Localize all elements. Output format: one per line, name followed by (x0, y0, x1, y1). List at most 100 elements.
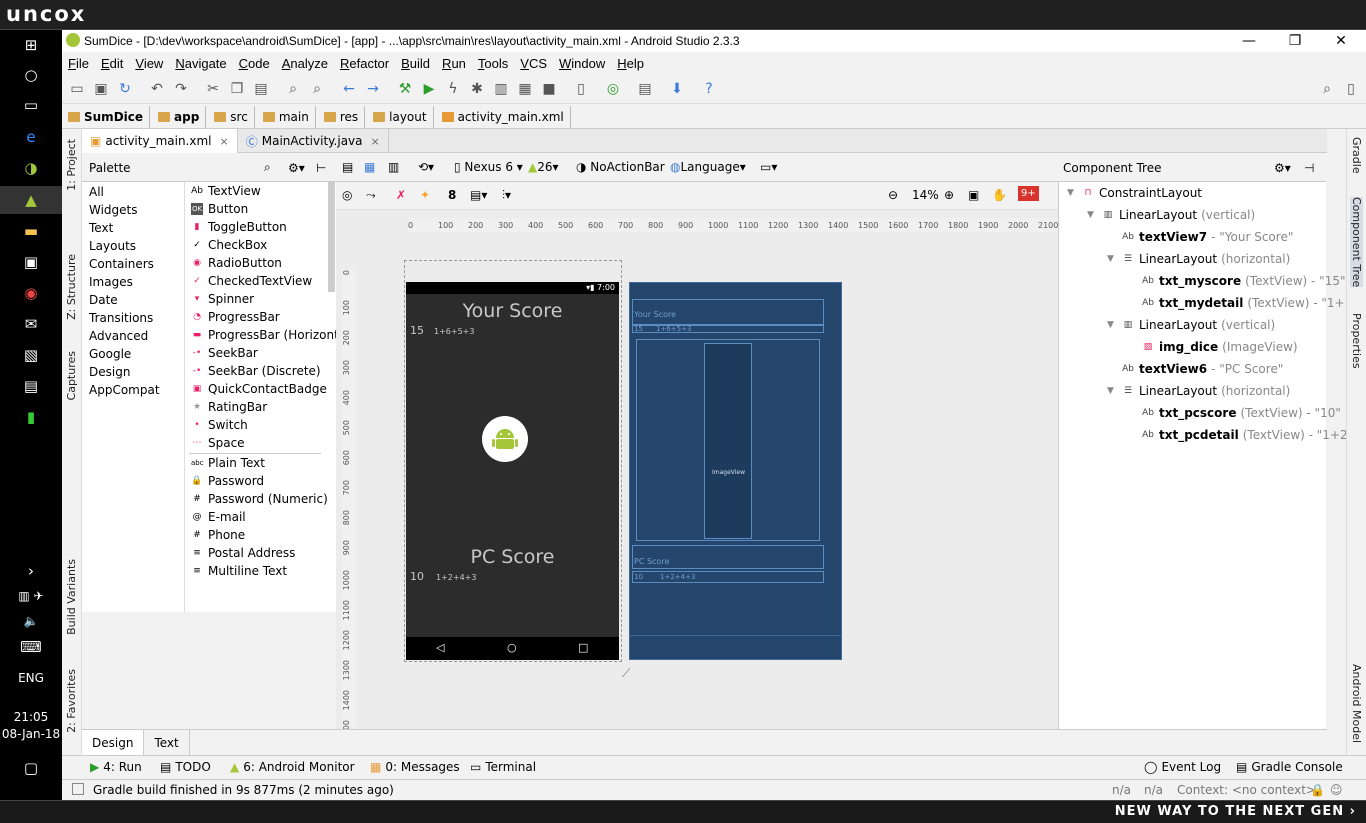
collapse-arrow-icon[interactable]: ▼ (1107, 254, 1121, 264)
category-layouts[interactable]: Layouts (89, 239, 136, 253)
close-tab-icon[interactable]: × (220, 135, 229, 148)
file-explorer-icon[interactable]: ▬ (0, 217, 62, 245)
make-project-icon[interactable]: ⚒ (396, 80, 414, 98)
build-variants-tool-tab[interactable]: Build Variants (65, 559, 78, 635)
windows-start-icon[interactable]: ⊞ (0, 31, 62, 59)
terminal-tool-button[interactable]: ▭ Terminal (470, 760, 536, 774)
hide-panel-icon[interactable]: ⊢ (316, 161, 326, 175)
messages-tool-button[interactable]: ▦ 0: Messages (370, 760, 460, 774)
find-icon[interactable]: ⌕ (284, 80, 302, 98)
run-icon[interactable]: ▶ (420, 80, 438, 98)
back-icon[interactable]: ← (340, 80, 358, 98)
design-tab[interactable]: Design (82, 730, 145, 755)
lock-icon[interactable]: 🔒 (1310, 783, 1325, 797)
category-design[interactable]: Design (89, 365, 130, 379)
android-monitor-tool-button[interactable]: ▲ 6: Android Monitor (230, 760, 355, 774)
tree-node[interactable]: ▼ ☰ LinearLayout (horizontal) (1107, 380, 1290, 402)
android-studio-active-icon[interactable]: ▲ (0, 186, 62, 214)
api-selector[interactable]: ▲26▾ (528, 160, 559, 174)
forward-icon[interactable]: → (364, 80, 382, 98)
undo-icon[interactable]: ↶ (148, 80, 166, 98)
gradle-tool-tab[interactable]: Gradle (1350, 137, 1363, 174)
tree-node[interactable]: ▼ ▥ LinearLayout (vertical) (1107, 314, 1275, 336)
palette-item-checkedtextview[interactable]: ✓ CheckedTextView (191, 272, 312, 290)
breadcrumb-sumdice[interactable]: SumDice (62, 105, 151, 128)
breadcrumb-src[interactable]: src (208, 105, 255, 128)
gradle-console-tool-button[interactable]: ▤ Gradle Console (1236, 760, 1343, 774)
palette-item-progressbar-horizontal[interactable]: ▬ ProgressBar (Horizont (191, 326, 339, 344)
language-indicator[interactable]: ENG (0, 671, 62, 685)
both-views-icon[interactable]: ▥ (388, 160, 399, 174)
tree-node[interactable]: ▨ img_dice (ImageView) (1141, 336, 1298, 358)
search-everywhere-icon[interactable]: ⌕ (1318, 80, 1336, 98)
palette-search-icon[interactable]: ⌕ (264, 160, 271, 175)
mail-icon[interactable]: ✉ (0, 310, 62, 338)
app-icon[interactable]: ▮ (0, 403, 62, 431)
cortana-icon[interactable]: ○ (0, 61, 62, 89)
keyboard-icon[interactable]: ⌨ (0, 633, 62, 661)
component-tree-tool-tab[interactable]: Component Tree (1350, 197, 1363, 288)
breadcrumb-app[interactable]: app (152, 105, 207, 128)
minimize-button[interactable]: — (1226, 30, 1272, 52)
hide-tree-icon[interactable]: ⊣ (1304, 161, 1314, 175)
close-button[interactable]: ✕ (1318, 30, 1364, 52)
tree-node[interactable]: Ab txt_mydetail (TextView) - "1+ (1141, 292, 1345, 314)
pan-hand-icon[interactable]: ✋ (992, 188, 1007, 202)
clear-constraints-icon[interactable]: ✗ (396, 188, 406, 202)
palette-item-checkbox[interactable]: ✓ CheckBox (191, 236, 267, 254)
todo-tool-button[interactable]: ▤ TODO (160, 760, 211, 774)
android-studio-pinned-icon[interactable]: ◑ (0, 154, 62, 182)
tab-activity-main[interactable]: ▣ activity_main.xml × (82, 129, 238, 153)
autoconnect-icon[interactable]: ⤳ (366, 188, 376, 203)
close-tab-icon[interactable]: × (371, 135, 380, 148)
action-center-icon[interactable]: ▢ (0, 754, 62, 782)
text-tab[interactable]: Text (144, 730, 190, 755)
collapse-arrow-icon[interactable]: ▼ (1107, 320, 1121, 330)
edge-icon[interactable]: e (0, 123, 62, 151)
clock-date[interactable]: 08-Jan-18 (0, 727, 62, 741)
menu-code[interactable]: Code (239, 56, 270, 71)
language-selector[interactable]: ◍Language▾ (670, 160, 746, 174)
resize-handle-icon[interactable]: ⟋ (622, 666, 630, 681)
default-margin[interactable]: 8 (448, 188, 456, 202)
category-widgets[interactable]: Widgets (89, 203, 138, 217)
layout-variants-icon[interactable]: ▭▾ (760, 160, 777, 174)
open-icon[interactable]: ▭ (68, 80, 86, 98)
tree-node[interactable]: Ab textView6- "PC Score" (1121, 358, 1283, 380)
maximize-button[interactable]: ❐ (1272, 30, 1318, 52)
palette-item-phone[interactable]: # Phone (191, 526, 245, 544)
scrollbar-top[interactable]: ▯ (1342, 80, 1360, 98)
category-transitions[interactable]: Transitions (89, 311, 153, 325)
category-text[interactable]: Text (89, 221, 113, 235)
tree-node[interactable]: Ab txt_pcdetail (TextView) - "1+2 (1141, 424, 1348, 446)
category-date[interactable]: Date (89, 293, 118, 307)
chrome-icon[interactable]: ◉ (0, 279, 62, 307)
palette-item-space[interactable]: ⋯ Space (191, 434, 245, 452)
device-preview[interactable]: ▾▮ 7:00 Your Score 15 1+6+5+3 PC Score 1… (406, 282, 619, 660)
gradle-sync-icon[interactable]: ◎ (604, 80, 622, 98)
volume-icon[interactable]: 🔈 (0, 607, 62, 635)
palette-settings-icon[interactable]: ⚙▾ (288, 161, 305, 175)
collapse-arrow-icon[interactable]: ▼ (1087, 210, 1101, 220)
palette-item-email[interactable]: @ E-mail (191, 508, 246, 526)
menu-file[interactable]: File (68, 56, 89, 71)
category-appcompat[interactable]: AppCompat (89, 383, 160, 397)
palette-item-ratingbar[interactable]: ★ RatingBar (191, 398, 267, 416)
menu-edit[interactable]: Edit (101, 56, 123, 71)
attach-debugger-icon[interactable]: ▦ (516, 80, 534, 98)
menu-window[interactable]: Window (559, 56, 605, 71)
palette-item-quickcontactbadge[interactable]: ▣ QuickContactBadge (191, 380, 327, 398)
menu-run[interactable]: Run (442, 56, 466, 71)
structure-tool-tab[interactable]: Z: Structure (65, 254, 78, 320)
instant-run-icon[interactable]: ϟ (444, 80, 462, 98)
store-icon[interactable]: ▣ (0, 248, 62, 276)
blueprint-preview[interactable]: Your Score 15 1+6+5+3 ImageView PC Score… (629, 282, 842, 660)
palette-item-togglebutton[interactable]: ▮ ToggleButton (191, 218, 287, 236)
status-context[interactable]: Context: <no context> (1177, 783, 1316, 797)
category-all[interactable]: All (89, 185, 104, 199)
orientation-icon[interactable]: ⟲▾ (418, 160, 434, 174)
sdk-manager-icon[interactable]: ⬇ (668, 80, 686, 98)
palette-item-radiobutton[interactable]: ◉ RadioButton (191, 254, 282, 272)
movies-icon[interactable]: ▤ (0, 372, 62, 400)
category-images[interactable]: Images (89, 275, 133, 289)
